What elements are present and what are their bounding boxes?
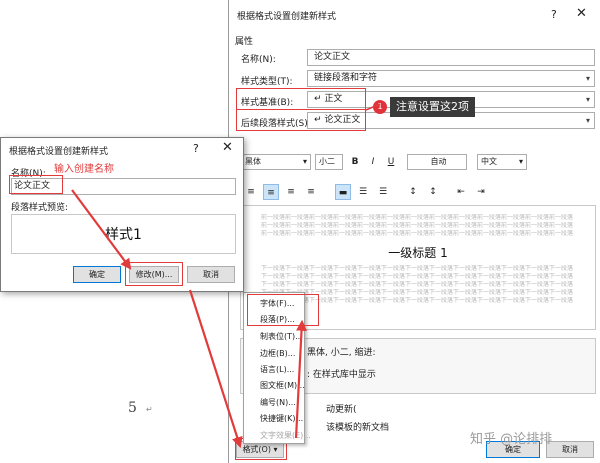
watermark: 知乎 @论排排 bbox=[470, 432, 553, 447]
note-connector bbox=[365, 103, 381, 111]
arrow-to-format bbox=[188, 289, 243, 449]
annotation-arrows bbox=[71, 103, 381, 449]
arrow-to-modify bbox=[71, 189, 132, 270]
arrow-to-paragraph bbox=[294, 319, 308, 439]
